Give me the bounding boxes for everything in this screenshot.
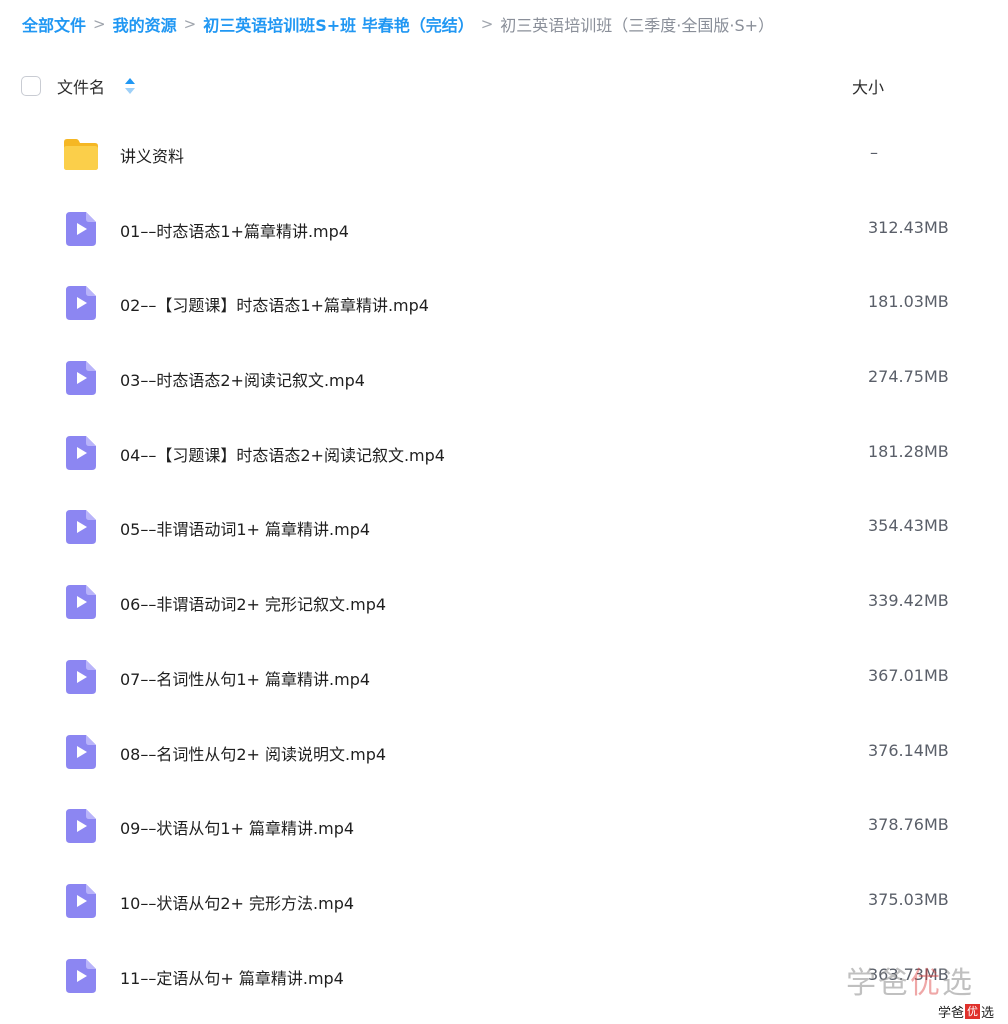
file-size: 375.03MB xyxy=(868,889,949,909)
file-size: – xyxy=(870,143,878,162)
watermark-small-highlight: 优 xyxy=(965,1004,981,1019)
watermark-large: 学爸优选 xyxy=(846,958,974,1002)
watermark-large-prefix: 学爸 xyxy=(846,966,910,1001)
file-name[interactable]: 08––名词性从句2+ 阅读说明文.mp4 xyxy=(120,741,386,765)
breadcrumb-item-all-files[interactable]: 全部文件 xyxy=(22,12,86,36)
watermark-small: 学爸优选 xyxy=(938,1002,994,1021)
file-name[interactable]: 07––名词性从句1+ 篇章精讲.mp4 xyxy=(120,666,370,690)
video-file-icon xyxy=(66,510,96,545)
file-row[interactable]: 09––状语从句1+ 篇章精讲.mp4 378.76MB xyxy=(0,789,1008,864)
file-size: 181.28MB xyxy=(868,441,949,461)
file-row[interactable]: 05––非谓语动词1+ 篇章精讲.mp4 354.43MB xyxy=(0,490,1008,565)
breadcrumb-item-current: 初三英语培训班（三季度·全国版·S+） xyxy=(500,16,775,35)
file-name[interactable]: 05––非谓语动词1+ 篇章精讲.mp4 xyxy=(120,516,370,540)
file-row[interactable]: 08––名词性从句2+ 阅读说明文.mp4 376.14MB xyxy=(0,715,1008,790)
file-list: 讲义资料 – 01––时态语态1+篇章精讲.mp4 312.43MB 02––【习题课】… xyxy=(0,117,1008,1013)
video-file-icon xyxy=(66,286,96,321)
file-size: 274.75MB xyxy=(868,367,949,387)
file-name[interactable]: 06––非谓语动词2+ 完形记叙文.mp4 xyxy=(120,591,386,615)
video-file-icon xyxy=(66,659,96,694)
file-row[interactable]: 07––名词性从句1+ 篇章精讲.mp4 367.01MB xyxy=(0,640,1008,715)
breadcrumb-item-my-resources[interactable]: 我的资源 xyxy=(113,12,177,36)
file-row[interactable]: 06––非谓语动词2+ 完形记叙文.mp4 339.42MB xyxy=(0,565,1008,640)
video-file-icon xyxy=(66,734,96,769)
breadcrumb-separator: > xyxy=(480,15,494,33)
file-size: 312.43MB xyxy=(868,217,949,237)
file-size: 339.42MB xyxy=(868,591,949,611)
breadcrumb-separator: > xyxy=(93,15,106,33)
video-file-icon xyxy=(66,361,96,396)
file-row[interactable]: 02––【习题课】时态语态1+篇章精讲.mp4 181.03MB xyxy=(0,266,1008,341)
file-name[interactable]: 11––定语从句+ 篇章精讲.mp4 xyxy=(120,965,344,989)
file-name[interactable]: 03––时态语态2+阅读记叙文.mp4 xyxy=(120,367,365,391)
file-name[interactable]: 04––【习题课】时态语态2+阅读记叙文.mp4 xyxy=(120,442,445,466)
file-name[interactable]: 01––时态语态1+篇章精讲.mp4 xyxy=(120,218,349,242)
column-header-name[interactable]: 文件名 xyxy=(57,74,105,98)
breadcrumb-separator: > xyxy=(183,15,197,33)
file-browser: 全部文件 > 我的资源 > 初三英语培训班S+班 毕春艳（完结） > 初三英语培… xyxy=(0,0,1008,1024)
watermark-small-suffix: 选 xyxy=(981,1006,995,1021)
video-file-icon xyxy=(66,585,96,620)
file-size: 378.76MB xyxy=(868,815,949,835)
file-row[interactable]: 10––状语从句2+ 完形方法.mp4 375.03MB xyxy=(0,864,1008,939)
breadcrumb-item-course[interactable]: 初三英语培训班S+班 毕春艳（完结） xyxy=(203,12,474,36)
watermark-large-highlight: 优 xyxy=(910,966,942,1001)
file-row[interactable]: 01––时态语态1+篇章精讲.mp4 312.43MB xyxy=(0,192,1008,267)
sort-icon[interactable] xyxy=(124,77,136,95)
watermark-large-suffix: 选 xyxy=(942,966,974,1001)
watermark-small-prefix: 学爸 xyxy=(938,1006,965,1021)
file-size: 354.43MB xyxy=(868,516,949,536)
file-row[interactable]: 03––时态语态2+阅读记叙文.mp4 274.75MB xyxy=(0,341,1008,416)
file-name[interactable]: 10––状语从句2+ 完形方法.mp4 xyxy=(120,890,354,914)
file-name[interactable]: 09––状语从句1+ 篇章精讲.mp4 xyxy=(120,815,354,839)
file-size: 367.01MB xyxy=(868,665,949,685)
video-file-icon xyxy=(66,809,96,844)
column-header-size[interactable]: 大小 xyxy=(852,74,884,98)
video-file-icon xyxy=(66,211,96,246)
video-file-icon xyxy=(66,883,96,918)
breadcrumb: 全部文件 > 我的资源 > 初三英语培训班S+班 毕春艳（完结） > 初三英语培… xyxy=(22,10,774,38)
select-all-checkbox[interactable] xyxy=(21,76,41,96)
file-name[interactable]: 讲义资料 xyxy=(120,143,184,167)
file-size: 181.03MB xyxy=(868,292,949,312)
file-list-header: 文件名 大小 xyxy=(0,66,1008,106)
video-file-icon xyxy=(66,435,96,470)
file-name[interactable]: 02––【习题课】时态语态1+篇章精讲.mp4 xyxy=(120,292,429,316)
video-file-icon xyxy=(66,958,96,993)
folder-row[interactable]: 讲义资料 – xyxy=(0,117,1008,192)
file-size: 376.14MB xyxy=(868,740,949,760)
file-row[interactable]: 04––【习题课】时态语态2+阅读记叙文.mp4 181.28MB xyxy=(0,416,1008,491)
folder-icon xyxy=(64,139,98,170)
